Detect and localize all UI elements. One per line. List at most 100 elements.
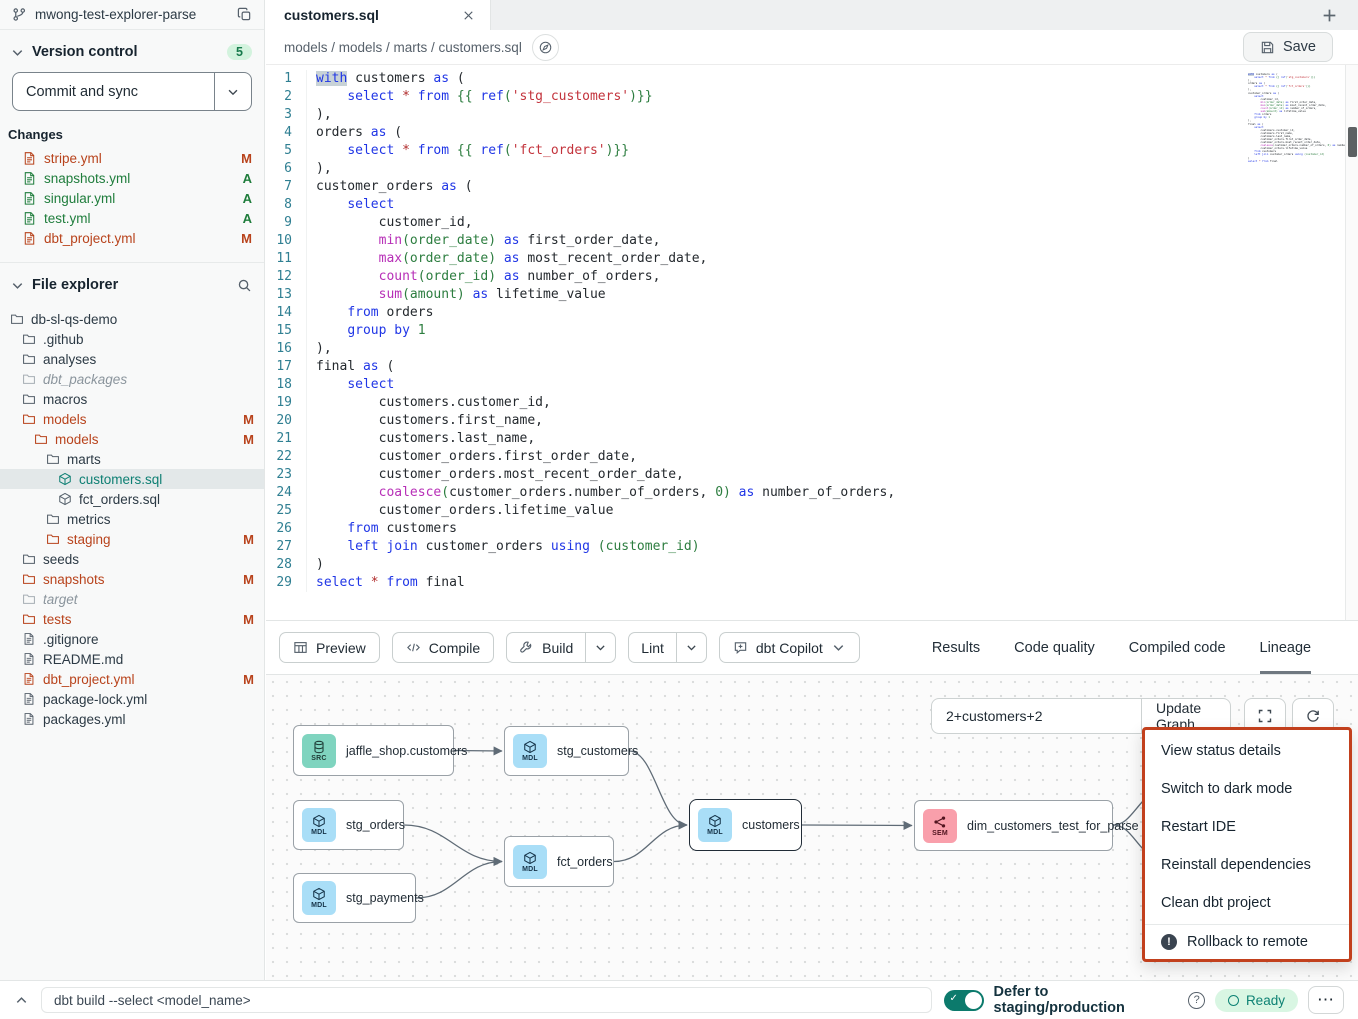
change-row-stripe.yml[interactable]: stripe.ymlM	[0, 148, 264, 168]
build-options-caret[interactable]	[585, 633, 615, 662]
scrollbar-thumb[interactable]	[1348, 127, 1357, 157]
lineage-node-fct_orders[interactable]: MDLfct_orders	[504, 836, 614, 887]
commit-and-sync-button[interactable]: Commit and sync	[13, 73, 214, 110]
tree-item-analyses[interactable]: analyses	[0, 349, 264, 369]
lineage-node-customers[interactable]: MDLcustomers	[689, 799, 802, 851]
tree-item-snapshots[interactable]: snapshotsM	[0, 569, 264, 589]
code-line-18: 18 select	[266, 376, 1358, 394]
copy-icon[interactable]	[237, 7, 252, 22]
add-tab-icon[interactable]	[1316, 2, 1342, 28]
lint-button[interactable]: Lint	[629, 633, 676, 662]
branch-row: mwong-test-explorer-parse	[0, 0, 264, 30]
change-row-dbt_project.yml[interactable]: dbt_project.ymlM	[0, 228, 264, 248]
tree-item-.gitignore[interactable]: .gitignore	[0, 629, 264, 649]
tree-item-package-lock.yml[interactable]: package-lock.yml	[0, 689, 264, 709]
change-status: M	[241, 151, 252, 166]
node-kind-label: MDL	[522, 866, 538, 873]
lineage-node-src_jaffle[interactable]: SRCjaffle_shop.customers	[293, 725, 454, 776]
tree-item-models[interactable]: modelsM	[0, 429, 264, 449]
search-icon[interactable]	[237, 278, 252, 293]
change-row-test.yml[interactable]: test.ymlA	[0, 208, 264, 228]
lint-label: Lint	[641, 640, 664, 656]
tree-item-README.md[interactable]: README.md	[0, 649, 264, 669]
tree-item-label: package-lock.yml	[43, 692, 254, 707]
editor-tabstrip: customers.sql	[266, 0, 1358, 30]
tree-item-dbt_project.yml[interactable]: dbt_project.ymlM	[0, 669, 264, 689]
code-text: select * from {{ ref('stg_customers')}}	[1248, 76, 1315, 79]
tree-item-staging[interactable]: stagingM	[0, 529, 264, 549]
folder-icon	[46, 532, 60, 546]
dbt-command-input[interactable]	[41, 987, 932, 1013]
tree-item-tests[interactable]: testsM	[0, 609, 264, 629]
code-text: customer_orders.first_order_date,	[306, 448, 637, 466]
help-icon[interactable]: ?	[1188, 992, 1205, 1009]
lineage-node-stg_customers[interactable]: MDLstg_customers	[504, 726, 629, 776]
change-row-singular.yml[interactable]: singular.ymlA	[0, 188, 264, 208]
tree-item-dbt_packages[interactable]: dbt_packages	[0, 369, 264, 389]
preview-button[interactable]: Preview	[279, 632, 380, 663]
ellipsis-icon[interactable]: ⋯	[1308, 986, 1344, 1014]
tree-item-status: M	[243, 672, 254, 687]
tab-results[interactable]: Results	[932, 621, 980, 674]
defer-label: Defer to staging/production	[994, 984, 1179, 1016]
tree-item-packages.yml[interactable]: packages.yml	[0, 709, 264, 729]
menu-item-view-status-details[interactable]: View status details	[1145, 732, 1349, 770]
code-text: orders as (	[306, 124, 402, 142]
tree-item-seeds[interactable]: seeds	[0, 549, 264, 569]
lineage-node-stg_orders[interactable]: MDLstg_orders	[293, 800, 404, 850]
ide-options-menu: View status detailsSwitch to dark modeRe…	[1142, 727, 1352, 962]
compile-button[interactable]: Compile	[392, 632, 494, 663]
code-editor[interactable]: 1with customers as (2 select * from {{ r…	[266, 65, 1358, 620]
lint-options-caret[interactable]	[676, 633, 706, 662]
compass-icon[interactable]	[532, 34, 559, 61]
tree-item-marts[interactable]: marts	[0, 449, 264, 469]
file-explorer-header[interactable]: File explorer	[0, 263, 264, 303]
result-tabs: Results Code quality Compiled code Lineage	[932, 621, 1311, 674]
tree-item-models[interactable]: modelsM	[0, 409, 264, 429]
tree-item-target[interactable]: target	[0, 589, 264, 609]
tree-item-label: packages.yml	[43, 712, 254, 727]
menu-item-reinstall-dependencies[interactable]: Reinstall dependencies	[1145, 846, 1349, 884]
commit-options-caret[interactable]	[214, 73, 251, 110]
defer-toggle[interactable]: ✓	[944, 990, 984, 1011]
tab-lineage[interactable]: Lineage	[1260, 621, 1312, 674]
version-control-header[interactable]: Version control 5	[0, 30, 264, 70]
menu-item-switch-to-dark-mode[interactable]: Switch to dark mode	[1145, 770, 1349, 808]
save-button[interactable]: Save	[1243, 32, 1333, 62]
tree-item-status: M	[243, 532, 254, 547]
change-status: A	[243, 211, 252, 226]
lineage-node-stg_payments[interactable]: MDLstg_payments	[293, 873, 416, 923]
folder-icon	[10, 312, 24, 326]
close-icon[interactable]	[461, 8, 476, 23]
lineage-selector-input[interactable]	[932, 699, 1141, 733]
chevron-up-icon[interactable]	[14, 993, 29, 1008]
line-number: 1	[266, 70, 306, 88]
tab-compiled-code[interactable]: Compiled code	[1129, 621, 1226, 674]
tab-code-quality[interactable]: Code quality	[1014, 621, 1095, 674]
tree-item-db-sl-qs-demo[interactable]: db-sl-qs-demo	[0, 309, 264, 329]
build-button[interactable]: Build	[507, 633, 585, 662]
tree-item-.github[interactable]: .github	[0, 329, 264, 349]
tree-item-fct_orders.sql[interactable]: fct_orders.sql	[0, 489, 264, 509]
lineage-node-dim_customers[interactable]: SEMdim_customers_test_for_parse	[914, 800, 1113, 851]
code-text: customer_orders as (	[306, 178, 473, 196]
tree-item-customers.sql[interactable]: customers.sql	[0, 469, 264, 489]
code-text: select	[306, 376, 394, 394]
menu-item-clean-dbt-project[interactable]: Clean dbt project	[1145, 884, 1349, 922]
dbt-copilot-button[interactable]: dbt Copilot	[719, 632, 860, 663]
tab-customers-sql[interactable]: customers.sql	[266, 0, 491, 30]
tree-item-metrics[interactable]: metrics	[0, 509, 264, 529]
menu-item-restart-ide[interactable]: Restart IDE	[1145, 808, 1349, 846]
menu-item-rollback-to-remote[interactable]: ! Rollback to remote	[1145, 924, 1349, 959]
git-branch-icon	[12, 7, 27, 22]
editor-minimap[interactable]: with customers as ( select * from {{ ref…	[1248, 73, 1340, 163]
editor-scrollbar[interactable]	[1345, 65, 1358, 620]
line-number: 4	[266, 124, 306, 142]
change-row-snapshots.yml[interactable]: snapshots.ymlA	[0, 168, 264, 188]
tree-item-label: analyses	[43, 352, 254, 367]
line-number: 18	[266, 376, 306, 394]
change-file-name: snapshots.yml	[44, 171, 236, 186]
tree-item-macros[interactable]: macros	[0, 389, 264, 409]
tree-item-label: README.md	[43, 652, 254, 667]
lineage-edge	[614, 825, 687, 862]
